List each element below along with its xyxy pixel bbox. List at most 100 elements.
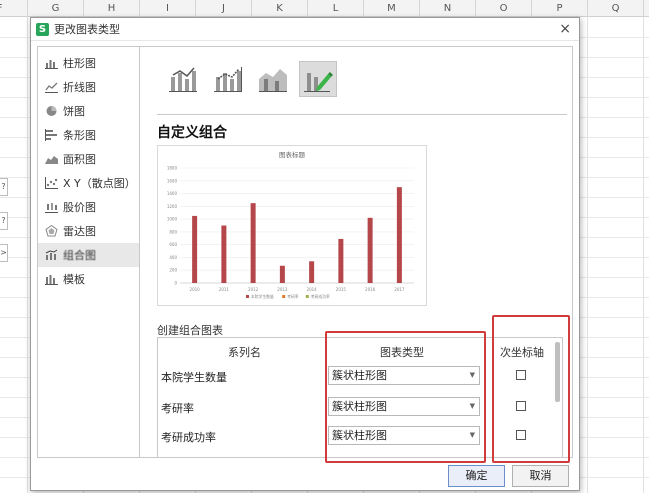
chart-type-select-3[interactable]: 簇状柱形图 ▼ xyxy=(328,426,480,445)
cancel-button[interactable]: 取消 xyxy=(512,465,569,487)
table-scrollbar[interactable] xyxy=(555,342,560,402)
scatter-icon xyxy=(45,177,58,189)
combo-chart-icon xyxy=(45,249,58,260)
chart-type-value: 簇状柱形图 xyxy=(332,429,387,442)
chevron-down-icon: ▼ xyxy=(469,431,475,439)
sidebar-item-combo[interactable]: 组合图 xyxy=(38,243,139,267)
x-tick-label: 2016 xyxy=(365,287,376,292)
separator xyxy=(157,114,567,115)
x-tick-label: 2014 xyxy=(307,287,318,292)
y-tick-label: 0 xyxy=(174,281,177,286)
subtype-column-line-secondary[interactable] xyxy=(209,61,247,97)
column-header-K[interactable]: K xyxy=(252,0,308,17)
secondary-axis-checkbox-3[interactable] xyxy=(516,430,526,440)
sidebar-item-label: 条形图 xyxy=(63,129,96,142)
grid-column-line xyxy=(643,17,644,493)
column-header-J[interactable]: J xyxy=(196,0,252,17)
sidebar-item-label: 面积图 xyxy=(63,153,96,166)
preview-chart-svg: 图表标题 0 200 400 600 800 1000 1200 1400 1600 1800 201… xyxy=(167,150,414,299)
column-header-L[interactable]: L xyxy=(308,0,364,17)
dialog-body: 柱形图 折线图 饼图 条形图 面积图 X Y（散点图） 股价图 雷达图 组合图 … xyxy=(37,46,573,463)
series-name-1: 本院学生数量 xyxy=(161,371,227,384)
sidebar-item-bar[interactable]: 条形图 xyxy=(38,123,139,147)
horizontal-bar-icon xyxy=(45,129,57,141)
dialog-title: 更改图表类型 xyxy=(54,23,120,36)
sidebar-item-pie[interactable]: 饼图 xyxy=(38,99,139,123)
header-series-name: 系列名 xyxy=(228,346,261,359)
x-tick-label: 2011 xyxy=(219,287,230,292)
series-name-2: 考研率 xyxy=(161,402,194,415)
chart-type-select-2[interactable]: 簇状柱形图 ▼ xyxy=(328,397,480,416)
x-tick-label: 2013 xyxy=(277,287,288,292)
header-secondary-axis: 次坐标轴 xyxy=(500,346,544,359)
series-name-3: 考研成功率 xyxy=(161,431,216,444)
sidebar-item-line[interactable]: 折线图 xyxy=(38,75,139,99)
legend-swatch xyxy=(305,295,309,298)
chart-preview: 图表标题 0 200 400 600 800 1000 1200 1400 1600 1800 201… xyxy=(157,145,427,306)
bar-chart-icon xyxy=(45,60,58,69)
sidebar-item-label: 饼图 xyxy=(63,105,85,118)
bar xyxy=(221,225,227,283)
column-line-secondary-icon xyxy=(214,67,242,92)
column-header-O[interactable]: O xyxy=(476,0,532,17)
side-tab-3[interactable]: > xyxy=(0,244,8,262)
column-header-G[interactable]: G xyxy=(28,0,84,17)
grid-column-line xyxy=(27,17,28,493)
change-chart-type-dialog: S 更改图表类型 × 柱形图 折线图 饼图 条形图 面积图 X Y（散点图） 股… xyxy=(30,17,580,491)
grid-column-line xyxy=(587,17,588,493)
column-line-icon xyxy=(169,67,197,92)
bar xyxy=(192,215,198,283)
bar xyxy=(367,217,373,283)
secondary-axis-checkbox-2[interactable] xyxy=(516,401,526,411)
x-tick-label: 2012 xyxy=(248,287,259,292)
sidebar-item-label: 股价图 xyxy=(63,201,96,214)
stock-chart-icon xyxy=(45,203,58,213)
column-header-I[interactable]: I xyxy=(140,0,196,17)
close-button[interactable]: × xyxy=(559,21,571,37)
column-header-P[interactable]: P xyxy=(532,0,588,17)
y-tick-label: 1400 xyxy=(167,191,178,196)
sidebar-item-label: X Y（散点图） xyxy=(63,177,136,190)
subtype-stacked-area-column[interactable] xyxy=(254,61,292,97)
chart-type-select-1[interactable]: 簇状柱形图 ▼ xyxy=(328,366,480,385)
y-tick-label: 600 xyxy=(169,242,177,247)
secondary-axis-checkbox-1[interactable] xyxy=(516,370,526,380)
series-config-table: 系列名 图表类型 次坐标轴 本院学生数量 簇状柱形图 ▼ 考研率 簇状柱形图 ▼ 考… xyxy=(157,337,563,457)
y-tick-label: 800 xyxy=(169,229,177,234)
subtype-clustered-column-line[interactable] xyxy=(164,61,202,97)
legend-label: 本院学生数量 xyxy=(251,294,274,299)
column-header-N[interactable]: N xyxy=(420,0,476,17)
sidebar-item-label: 组合图 xyxy=(63,249,96,262)
chevron-down-icon: ▼ xyxy=(469,371,475,379)
column-header-Q[interactable]: Q xyxy=(588,0,644,17)
subtype-custom-combo[interactable] xyxy=(299,61,337,97)
x-tick-label: 2010 xyxy=(190,287,201,292)
sidebar-item-label: 雷达图 xyxy=(63,225,96,238)
sidebar-item-scatter[interactable]: X Y（散点图） xyxy=(38,171,139,195)
sidebar-item-label: 模板 xyxy=(63,273,85,286)
sidebar-item-stock[interactable]: 股价图 xyxy=(38,195,139,219)
sidebar-item-radar[interactable]: 雷达图 xyxy=(38,219,139,243)
legend-label: 考研率 xyxy=(287,294,299,299)
pie-chart-icon xyxy=(46,106,57,116)
ok-button[interactable]: 确定 xyxy=(448,465,505,487)
sidebar-item-template[interactable]: 模板 xyxy=(38,267,139,291)
column-header-M[interactable]: M xyxy=(364,0,420,17)
y-tick-label: 200 xyxy=(169,268,177,273)
side-tab-1[interactable]: ? xyxy=(0,178,8,196)
bar xyxy=(250,203,256,283)
area-column-icon xyxy=(259,69,287,92)
y-tick-label: 1000 xyxy=(167,217,178,222)
area-chart-icon xyxy=(45,156,58,164)
chart-type-main-panel: 自定义组合 图表标题 0 200 400 600 800 1000 1200 1400 1600 1… xyxy=(141,47,573,463)
x-tick-label: 2017 xyxy=(394,287,405,292)
sidebar-item-label: 柱形图 xyxy=(63,57,96,70)
sidebar-item-column[interactable]: 柱形图 xyxy=(38,51,139,75)
radar-chart-icon xyxy=(45,225,58,237)
column-header-H[interactable]: H xyxy=(84,0,140,17)
side-tab-2[interactable]: ? xyxy=(0,212,8,230)
sidebar-item-area[interactable]: 面积图 xyxy=(38,147,139,171)
wps-app-icon: S xyxy=(36,22,49,36)
bar xyxy=(396,187,402,283)
column-header-F[interactable]: F xyxy=(0,0,28,17)
